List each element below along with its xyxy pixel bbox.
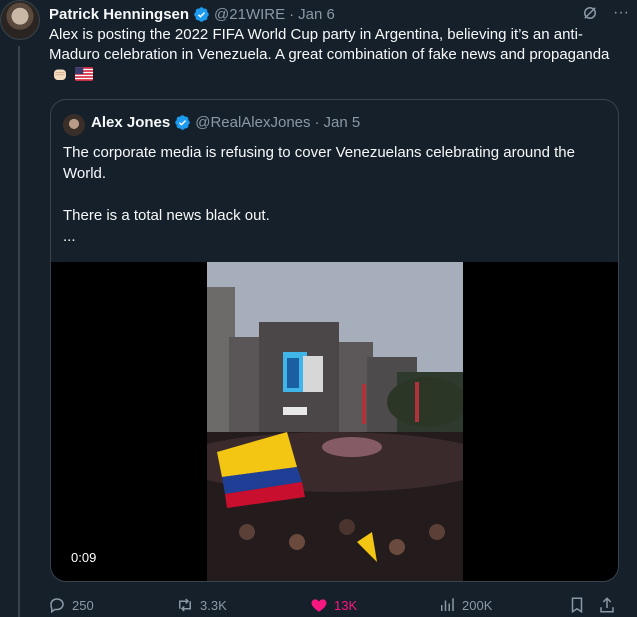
author-handle[interactable]: @21WIRE: [214, 6, 285, 23]
video-player[interactable]: 0:09: [51, 262, 618, 581]
views-button[interactable]: 200K: [438, 596, 492, 614]
tweet-text: Alex is posting the 2022 FIFA World Cup …: [49, 25, 624, 86]
quote-date[interactable]: Jan 5: [324, 114, 361, 131]
more-icon[interactable]: ···: [613, 5, 629, 21]
video-frame[interactable]: [207, 262, 463, 581]
us-flag-emoji-icon: [75, 67, 94, 81]
repost-button[interactable]: 3.3K: [176, 596, 227, 614]
tweet-body: Alex is posting the 2022 FIFA World Cup …: [49, 26, 610, 63]
quote-text-line3: ...: [63, 228, 76, 245]
crowd-scene-image: [207, 262, 463, 581]
author-avatar[interactable]: [0, 0, 40, 40]
thread-line: [18, 46, 20, 617]
reply-count: 250: [72, 597, 94, 613]
separator: ·: [314, 114, 320, 131]
like-button[interactable]: 13K: [310, 596, 357, 614]
quote-text-line2: There is a total news black out.: [63, 207, 270, 224]
tweet-header: Patrick Henningsen @21WIRE · Jan 6: [49, 4, 637, 24]
tweet-date[interactable]: Jan 6: [298, 6, 335, 23]
views-count: 200K: [462, 597, 493, 613]
quote-author-avatar[interactable]: [63, 114, 85, 136]
video-duration: 0:09: [65, 548, 103, 567]
repost-count: 3.3K: [200, 597, 227, 613]
share-button[interactable]: [598, 596, 616, 614]
like-icon: [311, 599, 327, 612]
quote-author-name[interactable]: Alex Jones: [91, 114, 170, 131]
quote-text: The corporate media is refusing to cover…: [63, 142, 608, 247]
views-icon: [441, 598, 454, 611]
reply-icon: [50, 598, 64, 614]
verified-badge-icon: [194, 6, 209, 22]
quote-text-line1: The corporate media is refusing to cover…: [63, 144, 575, 182]
reply-button[interactable]: 250: [48, 596, 94, 614]
verified-badge-icon: [175, 115, 190, 130]
grok-icon[interactable]: [581, 4, 599, 22]
tweet-actions: 250 3.3K 13K 200K: [48, 594, 633, 616]
like-count: 13K: [334, 597, 358, 613]
separator: ·: [289, 5, 295, 23]
quoted-tweet[interactable]: Alex Jones @RealAlexJones · Jan 5 The co…: [50, 99, 619, 582]
bookmark-button[interactable]: [568, 596, 586, 614]
fist-emoji-icon: [54, 69, 66, 80]
repost-icon: [179, 598, 191, 612]
header-actions: ···: [581, 4, 629, 22]
share-icon: [600, 597, 614, 613]
quote-author-handle[interactable]: @RealAlexJones: [195, 114, 310, 131]
quote-header: Alex Jones @RealAlexJones · Jan 5: [91, 114, 360, 131]
author-name[interactable]: Patrick Henningsen: [49, 6, 189, 23]
bookmark-icon: [571, 597, 583, 614]
